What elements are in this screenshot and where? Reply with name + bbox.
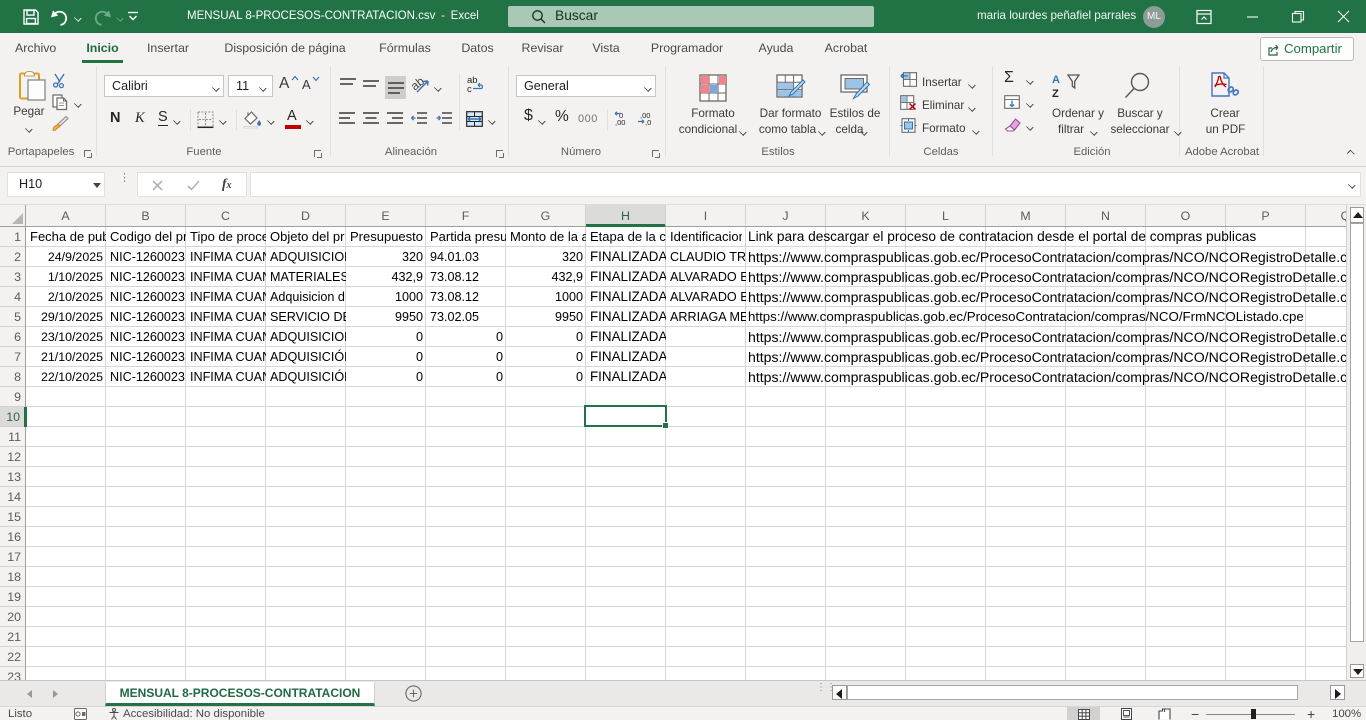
svg-text:Z: Z	[1052, 88, 1059, 100]
svg-text:,00: ,00	[615, 118, 625, 127]
svg-text:c: c	[467, 84, 472, 95]
svg-text:ab: ab	[408, 74, 427, 93]
svg-text:A: A	[1052, 74, 1060, 86]
svg-text:,0: ,0	[645, 118, 651, 127]
